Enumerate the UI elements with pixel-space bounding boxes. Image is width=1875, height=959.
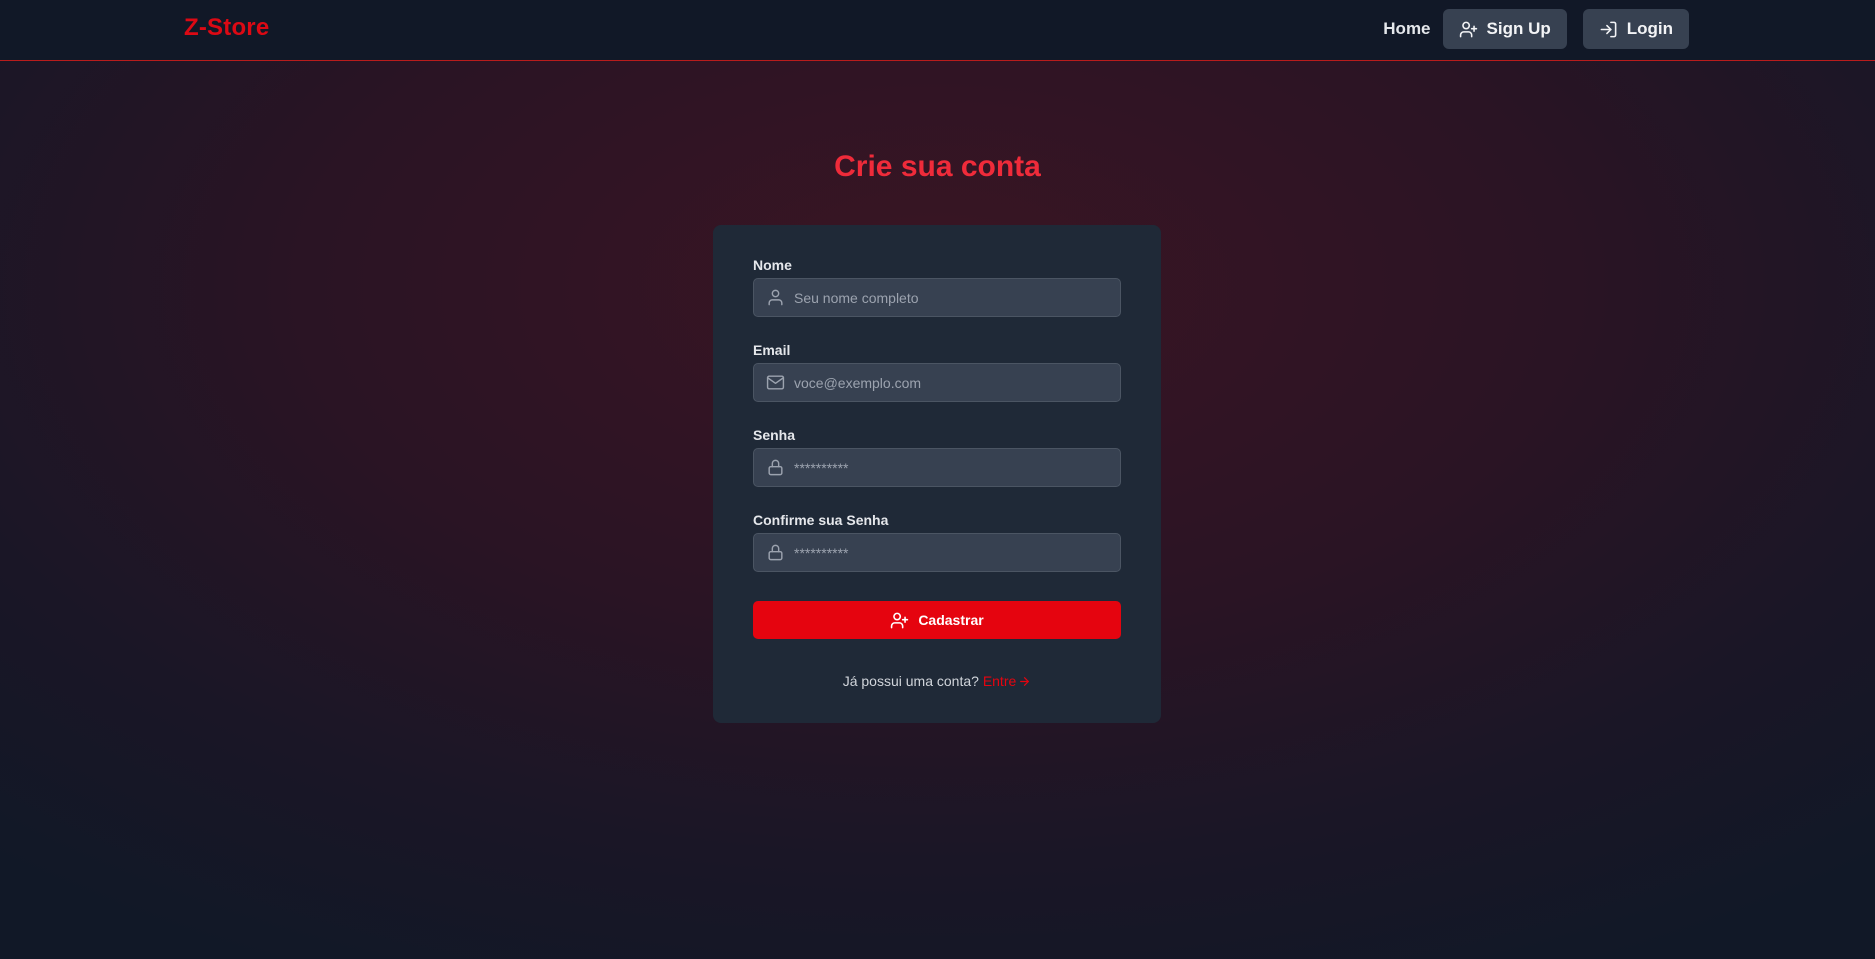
name-input-wrapper: [753, 278, 1121, 317]
confirm-password-input[interactable]: [794, 534, 1114, 571]
email-field-group: Email: [753, 342, 1121, 402]
login-button[interactable]: Login: [1582, 9, 1689, 49]
signup-button-label: Sign Up: [1486, 19, 1551, 38]
password-input[interactable]: [794, 449, 1114, 486]
name-label: Nome: [753, 257, 792, 273]
register-button-label: Cadastrar: [918, 612, 984, 628]
signup-form-card: Nome Email Senha Confirme sua Senha: [713, 225, 1161, 723]
user-icon: [768, 289, 783, 306]
name-field-group: Nome: [753, 257, 1121, 317]
log-in-icon: [1600, 21, 1617, 37]
email-input-wrapper: [753, 363, 1121, 402]
password-input-wrapper: [753, 448, 1121, 487]
confirm-password-input-wrapper: [753, 533, 1121, 572]
login-prompt: Já possui uma conta? Entre: [713, 673, 1161, 689]
mail-icon: [766, 375, 785, 390]
user-plus-icon: [891, 612, 909, 628]
login-link[interactable]: Entre: [983, 673, 1031, 689]
email-input[interactable]: [794, 364, 1114, 401]
brand-logo[interactable]: Z-Store: [184, 14, 269, 42]
signup-button[interactable]: Sign Up: [1442, 9, 1567, 49]
email-label: Email: [753, 342, 791, 358]
confirm-password-label: Confirme sua Senha: [753, 512, 889, 528]
top-navbar: Z-Store Home Sign Up Login: [0, 0, 1875, 61]
name-input[interactable]: [794, 279, 1114, 316]
lock-icon: [768, 459, 783, 476]
user-plus-icon: [1459, 21, 1477, 37]
confirm-password-field-group: Confirme sua Senha: [753, 512, 1121, 572]
login-link-label: Entre: [982, 673, 1017, 689]
nav-actions: Home Sign Up Login: [1383, 9, 1689, 49]
register-button[interactable]: Cadastrar: [753, 601, 1121, 639]
login-button-label: Login: [1626, 19, 1673, 38]
password-field-group: Senha: [753, 427, 1121, 487]
arrow-right-icon: [1020, 677, 1030, 686]
password-label: Senha: [753, 427, 796, 443]
page-title: Crie sua conta: [834, 150, 1041, 183]
lock-icon: [768, 544, 783, 561]
nav-home-link[interactable]: Home: [1383, 19, 1430, 39]
login-prompt-question: Já possui uma conta?: [842, 673, 979, 689]
